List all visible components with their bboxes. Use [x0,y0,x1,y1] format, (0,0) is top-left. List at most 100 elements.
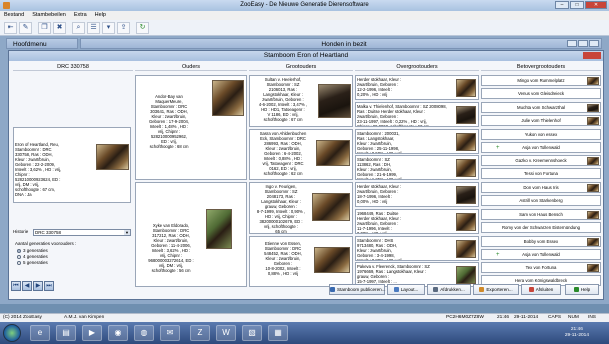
menu-bestand[interactable]: Bestand [4,11,24,20]
grandparent-card[interactable]: Sasra von Ahldenbuchen Eck, Stamboomnr :… [249,129,353,180]
dog-photo [456,186,476,204]
close-button[interactable]: Afsluiten [521,284,561,295]
media-icon[interactable]: ▶ [82,325,102,341]
greatgrandparent-card[interactable]: Malka v. Thielenhof, Stamboomnr : SZ 200… [355,102,479,127]
first-icon[interactable]: ⏮ [11,281,21,291]
layout-button[interactable]: Layout... [387,284,425,295]
window-title: ZooEasy - De Nieuwe Generatie Dierensoft… [240,2,369,8]
tab-hoofdmenu[interactable]: Hoofdmenu [6,38,78,49]
gggp-name: Julie vom Thielenhof [521,118,561,123]
menu-stambebeilen[interactable]: Stambebeilen [32,11,66,20]
minimize-icon[interactable] [567,40,577,47]
edit-icon[interactable]: ✎ [19,22,32,34]
gggp-name: Tessi von Fortuna [524,171,558,176]
grandparent-card[interactable]: Etienne von Essen, Stamboomnr : DRC 5484… [249,236,353,287]
gggp-row[interactable]: Gazko v. Kreemennshoeck [481,155,601,166]
gggp-row[interactable]: Tessi von Fortuna [481,168,601,179]
greatgrandparent-info: Malka v. Thielenhof, Stamboomnr : SZ 200… [357,104,447,127]
left-panel: Eron of Heartland, Reu, Stamboomnr : DRC… [11,71,133,269]
ie-icon[interactable]: e [30,325,50,341]
gggp-row[interactable]: Astrill von Starkenberg [481,195,601,206]
dog-photo [587,157,599,165]
back-icon[interactable]: ⇤ [4,22,17,34]
notes-icon[interactable]: ▧ [242,325,262,341]
greatgrandparent-card[interactable]: 1968449, Ras : Duitse Herder stokhaar, K… [355,209,479,234]
minimize-icon[interactable]: – [555,1,569,9]
greatgrandparent-info: Herder stokhaar, Kleur : zwart/bruin, Ge… [357,77,402,97]
gggp-row[interactable]: Muchta vom Schwarzthal [481,102,601,113]
refresh-icon[interactable]: ↻ [136,22,149,34]
maximize-icon[interactable]: □ [570,1,584,9]
gggp-row[interactable]: Don vom Haus Iris [481,182,601,193]
status-copyright: (C) 2014 ZooEasy [3,315,42,320]
close-icon[interactable] [583,52,601,59]
greatgrandparent-card[interactable]: Herder stokhaar, Kleur : zwart/bruin, Ge… [355,182,479,207]
gen-option-5[interactable]: 5 generaties [17,260,48,266]
greatgrandparent-card[interactable]: Stamboomnr : DHS 9713480, Ras : ODH, Kle… [355,236,479,261]
zooeasy-icon[interactable]: Z [190,325,210,341]
window-titlebar: ZooEasy - De Nieuwe Generatie Dierensoft… [0,0,609,11]
firefox-icon[interactable]: ◍ [134,325,154,341]
tab-honden-in-bezit[interactable]: Honden in bezit [80,38,602,49]
greatgrandparent-card[interactable]: Herder stokhaar, Kleur : zwart/bruin, Ge… [355,75,479,100]
close-icon[interactable]: ✕ [585,1,607,9]
greatgrandparent-card[interactable]: Stamboomnr : 200031, Ras : Langstokhaar,… [355,129,479,154]
pedigree-window: Stamboom Eron of Heartland DRC 330758 Ou… [8,50,604,300]
copy-icon[interactable]: ❐ [38,22,51,34]
gggp-row[interactable]: + Asja von Tollenwald [481,249,601,260]
export-button[interactable]: Exporteren... [473,284,519,295]
word-icon[interactable]: W [216,325,236,341]
col-grootouders-header: Grootouders [249,63,353,71]
dog-photo [587,264,599,272]
mail-icon[interactable]: ✉ [160,325,180,341]
status-pc: PC2H6M0Z7Z8W [446,315,484,320]
parent-card-mother[interactable]: Xyke van Eldorado, Stamboomnr : DRC 3172… [135,182,247,287]
folder-icon[interactable]: ▤ [56,325,76,341]
gggp-name: Asja von Tollenwald [522,252,560,257]
subject-info: Eron of Heartland, Reu, Stamboomnr : DRC… [15,142,62,197]
delete-icon[interactable]: ✖ [53,22,66,34]
gggp-row[interactable]: Venus vom Gleisdreieck [481,88,601,99]
parent-info: Andor-Bay van MaquerMeure, Stamboomnr : … [148,94,190,149]
help-button[interactable]: Help [565,284,599,295]
grandparent-info: Sultan v. Heelerhof, Stamboomnr : SZ 210… [258,77,308,122]
parent-card-father[interactable]: Andor-Bay van MaquerMeure, Stamboomnr : … [135,75,247,180]
print-button[interactable]: Afdrukken... [427,284,471,295]
chrome-icon[interactable]: ◉ [108,325,128,341]
menu-help[interactable]: Help [95,11,106,20]
app-icon [3,2,10,9]
last-icon[interactable]: ⏭ [44,281,54,291]
export-icon[interactable]: ⇪ [117,22,130,34]
historie-select[interactable]: DRC 330758 ▼ [33,229,131,236]
tab-window-controls [567,40,599,47]
start-button[interactable] [3,324,21,342]
gen-option-label: 4 generaties [23,254,48,259]
chevron-down-icon[interactable]: ▼ [124,230,130,235]
dog-photo [456,213,476,231]
gggp-row[interactable]: Julie vom Thielenhof [481,115,601,126]
subject-card[interactable]: Eron of Heartland, Reu, Stamboomnr : DRC… [13,127,131,203]
dog-photo [96,144,129,170]
system-tray-clock[interactable]: 21:46 29-11-2014 [565,327,589,339]
search-icon[interactable]: ⌕ [72,22,85,34]
close-icon [528,287,534,292]
menu-extra[interactable]: Extra [74,11,87,20]
grandparent-card[interactable]: Ingo v. Feurigen, Stamboomnr : SZ 204817… [249,182,353,234]
prev-icon[interactable]: ◀ [22,281,32,291]
gggp-row[interactable]: Yukon von essex [481,129,601,140]
grandparent-card[interactable]: Sultan v. Heelerhof, Stamboomnr : SZ 210… [249,75,353,127]
publish-button[interactable]: Stamboom publiceren... [329,284,386,295]
gggp-row[interactable]: Mingo vom Rummelplatz [481,75,601,86]
close-icon[interactable] [589,40,599,47]
maximize-icon[interactable] [578,40,588,47]
gggp-row[interactable]: Tex von Fortuna [481,262,601,273]
find-icon[interactable]: ☰ [87,22,100,34]
next-icon[interactable]: ▶ [33,281,43,291]
gggp-row[interactable]: Sam von Haus Bensch [481,209,601,220]
filter-icon[interactable]: ▾ [102,22,115,34]
gggp-row[interactable]: Romy von der Schwarzen Eisternündung [481,222,601,233]
greatgrandparent-card[interactable]: Stamboomnr : SZ 113862, Ras : DH, Kleur … [355,155,479,180]
gggp-row[interactable]: + Asja von Tollenwald [481,142,601,153]
gggp-row[interactable]: Bobby vom Essex [481,236,601,247]
calc-icon[interactable]: ▦ [268,325,288,341]
